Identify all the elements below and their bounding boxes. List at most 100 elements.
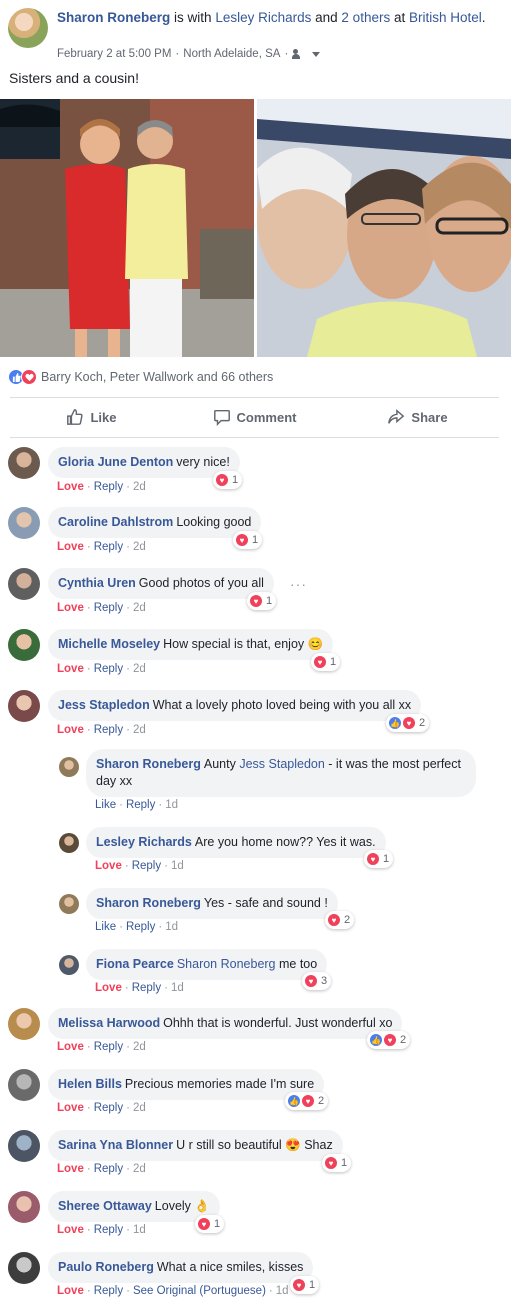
comment-reaction-count[interactable]: ♥ 1 [247, 592, 277, 610]
comment-time[interactable]: 1d [171, 982, 184, 994]
comment-reaction-count[interactable]: 👍 ♥ 2 [386, 714, 430, 732]
comment-reaction-count[interactable]: ♥ 1 [195, 1215, 225, 1233]
reply-link[interactable]: Reply [94, 1102, 123, 1114]
commenter-name-link[interactable]: Jess Stapledon [58, 698, 150, 712]
love-link[interactable]: Love [57, 1285, 84, 1297]
reply-link[interactable]: Reply [132, 982, 161, 994]
avatar[interactable] [59, 894, 79, 914]
commenter-name-link[interactable]: Fiona Pearce [96, 957, 174, 971]
avatar[interactable] [8, 1252, 40, 1284]
comment-time[interactable]: 2d [133, 1041, 146, 1053]
share-button[interactable]: Share [336, 398, 499, 436]
comment-time[interactable]: 2d [133, 602, 146, 614]
commenter-name-link[interactable]: Cynthia Uren [58, 576, 136, 590]
comment-reaction-count[interactable]: ♥ 1 [213, 471, 243, 489]
love-link[interactable]: Love [57, 1224, 84, 1236]
reply-link[interactable]: Reply [94, 1224, 123, 1236]
reply-link[interactable]: Reply [94, 1041, 123, 1053]
reply-link[interactable]: Reply [126, 799, 155, 811]
love-link[interactable]: Love [95, 982, 122, 994]
comment-reaction-count[interactable]: ♥ 3 [302, 972, 332, 990]
reply-link[interactable]: Reply [94, 602, 123, 614]
comment-reaction-count[interactable]: ♥ 1 [364, 850, 394, 868]
commenter-name-link[interactable]: Michelle Moseley [58, 637, 160, 651]
reply-link[interactable]: Reply [94, 541, 123, 553]
commenter-name-link[interactable]: Helen Bills [58, 1077, 122, 1091]
commenter-name-link[interactable]: Melissa Harwood [58, 1016, 160, 1030]
commenter-name-link[interactable]: Lesley Richards [96, 835, 192, 849]
avatar[interactable] [8, 1130, 40, 1162]
avatar[interactable] [59, 833, 79, 853]
place-link[interactable]: British Hotel [409, 10, 482, 25]
photo-selfie-three-women[interactable] [257, 99, 511, 357]
avatar[interactable] [59, 955, 79, 975]
reply-link[interactable]: Reply [94, 1285, 123, 1297]
comment-time[interactable]: 1d [165, 799, 178, 811]
comment-reaction-count[interactable]: ♥ 1 [322, 1154, 352, 1172]
commenter-name-link[interactable]: Sheree Ottaway [58, 1199, 152, 1213]
avatar[interactable] [8, 1008, 40, 1040]
avatar[interactable] [8, 1191, 40, 1223]
reaction-summary[interactable]: Barry Koch, Peter Wallwork and 66 others [8, 367, 273, 387]
comment-button[interactable]: Comment [173, 398, 336, 436]
comment-time[interactable]: 2d [133, 1102, 146, 1114]
comment-reaction-count[interactable]: ♥ 2 [325, 911, 355, 929]
love-link[interactable]: Love [57, 724, 84, 736]
avatar[interactable] [8, 568, 40, 600]
reply-link[interactable]: Reply [126, 921, 155, 933]
love-link[interactable]: Love [57, 602, 84, 614]
like-link[interactable]: Like [95, 799, 116, 811]
commenter-name-link[interactable]: Gloria June Denton [58, 455, 173, 469]
comment-time[interactable]: 2d [133, 1163, 146, 1175]
comment-reaction-count[interactable]: ♥ 1 [311, 653, 341, 671]
commenter-name-link[interactable]: Sharon Roneberg [96, 896, 201, 910]
commenter-name-link[interactable]: Caroline Dahlstrom [58, 515, 173, 529]
chevron-down-icon[interactable] [312, 51, 321, 57]
comment-time[interactable]: 1d [276, 1285, 289, 1297]
mention-link[interactable]: Sharon Roneberg [177, 957, 276, 971]
commenter-name-link[interactable]: Paulo Roneberg [58, 1260, 154, 1274]
photo-two-women[interactable] [0, 99, 254, 357]
more-options-icon[interactable]: ··· [290, 576, 307, 592]
commenter-name-link[interactable]: Sarina Yna Blonner [58, 1138, 173, 1152]
comment-time[interactable]: 1d [165, 921, 178, 933]
post-time-link[interactable]: February 2 at 5:00 PM [57, 48, 171, 60]
love-link[interactable]: Love [95, 860, 122, 872]
like-link[interactable]: Like [95, 921, 116, 933]
love-link[interactable]: Love [57, 1041, 84, 1053]
reply-link[interactable]: Reply [94, 481, 123, 493]
reaction-names[interactable]: Barry Koch, Peter Wallwork and 66 others [41, 370, 273, 384]
mention-link[interactable]: Jess Stapledon [239, 757, 324, 771]
friends-audience-icon[interactable] [292, 49, 306, 59]
comment-time[interactable]: 2d [133, 481, 146, 493]
comment-time[interactable]: 1d [171, 860, 184, 872]
love-link[interactable]: Love [57, 1163, 84, 1175]
comment-time[interactable]: 2d [133, 724, 146, 736]
reply-link[interactable]: Reply [132, 860, 161, 872]
reply-link[interactable]: Reply [94, 663, 123, 675]
love-link[interactable]: Love [57, 663, 84, 675]
author-name-link[interactable]: Sharon Roneberg [57, 10, 170, 25]
others-link[interactable]: 2 others [341, 10, 390, 25]
commenter-name-link[interactable]: Sharon Roneberg [96, 757, 201, 771]
avatar[interactable] [8, 629, 40, 661]
comment-reaction-count[interactable]: ♥ 1 [233, 531, 263, 549]
love-link[interactable]: Love [57, 1102, 84, 1114]
comment-reaction-count[interactable]: 👍 ♥ 2 [367, 1031, 411, 1049]
see-original-link[interactable]: See Original (Portuguese) [133, 1285, 266, 1297]
location-link[interactable]: North Adelaide, SA [183, 48, 280, 60]
avatar[interactable] [59, 757, 79, 777]
avatar[interactable] [8, 447, 40, 479]
like-button[interactable]: Like [10, 398, 173, 436]
comment-time[interactable]: 2d [133, 663, 146, 675]
avatar[interactable] [8, 690, 40, 722]
author-avatar[interactable] [8, 8, 48, 48]
comment-time[interactable]: 1d [133, 1224, 146, 1236]
avatar[interactable] [8, 1069, 40, 1101]
love-link[interactable]: Love [57, 481, 84, 493]
comment-reaction-count[interactable]: 👍 ♥ 2 [285, 1092, 329, 1110]
reply-link[interactable]: Reply [94, 1163, 123, 1175]
avatar[interactable] [8, 507, 40, 539]
comment-reaction-count[interactable]: ♥ 1 [290, 1276, 320, 1294]
comment-time[interactable]: 2d [133, 541, 146, 553]
